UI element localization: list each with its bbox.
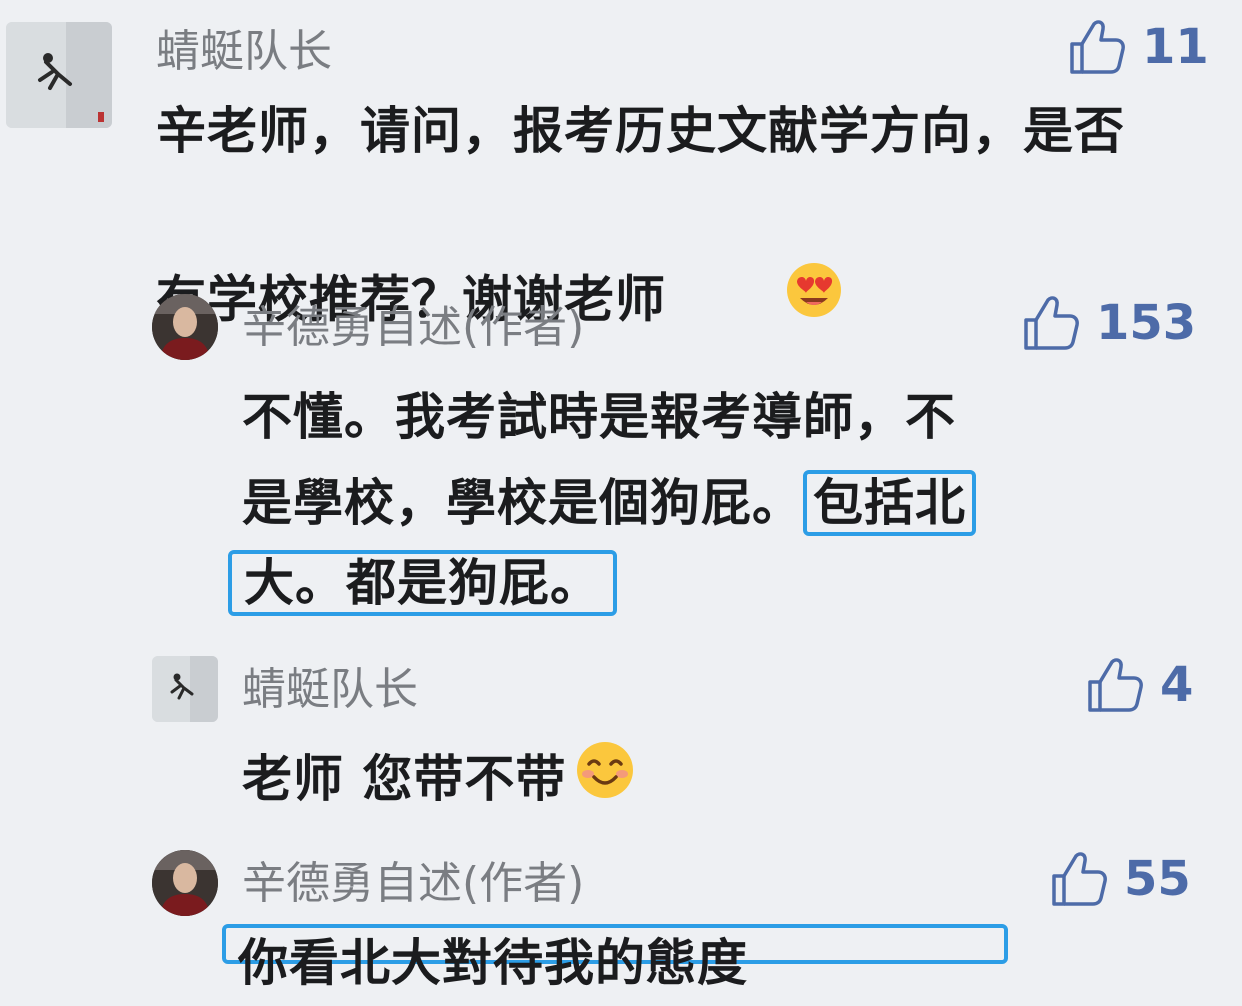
avatar[interactable] — [152, 850, 218, 916]
highlight-box: 大。都是狗屁。 — [228, 550, 617, 616]
highlight-box: 包括北 — [803, 470, 976, 536]
blushing-smile-emoji-icon — [574, 739, 636, 827]
thumbs-up-icon — [1068, 18, 1126, 76]
like-button[interactable]: 11 — [1068, 18, 1209, 76]
like-count: 153 — [1096, 295, 1197, 351]
avatar[interactable] — [152, 294, 218, 360]
username[interactable]: 辛德勇自述(作者) — [242, 306, 584, 350]
comment-text-partial: 你看北大對待我的態度 — [238, 934, 748, 992]
comment-text-line: 大。都是狗屁。 — [228, 540, 617, 626]
username[interactable]: 蜻蜓队长 — [242, 668, 418, 712]
like-button[interactable]: 4 — [1086, 656, 1193, 714]
username[interactable]: 蜻蜓队长 — [156, 30, 332, 74]
like-count: 55 — [1124, 851, 1191, 907]
like-button[interactable]: 55 — [1050, 850, 1191, 908]
username[interactable]: 辛德勇自述(作者) — [242, 862, 584, 906]
like-button[interactable]: 153 — [1022, 294, 1196, 352]
comment-text: 老师 您带不带 — [242, 736, 636, 827]
avatar[interactable] — [152, 656, 218, 722]
comment-text-line: 不懂。我考試時是報考導師，不 — [242, 388, 956, 446]
like-count: 4 — [1160, 657, 1194, 713]
comment-text-line: 是學校，學校是個狗屁。 包括北 — [242, 460, 976, 546]
avatar[interactable] — [6, 22, 112, 128]
thumbs-up-icon — [1050, 850, 1108, 908]
thumbs-up-icon — [1022, 294, 1080, 352]
comment-text-plain: 是學校，學校是個狗屁。 — [242, 474, 803, 532]
like-count: 11 — [1142, 19, 1209, 75]
thumbs-up-icon — [1086, 656, 1144, 714]
comment-text-body: 辛老师，请问，报考历史文献学方向，是否有学校推荐？谢谢老师 — [156, 102, 1125, 329]
comment-text-body: 老师 您带不带 — [242, 750, 567, 808]
